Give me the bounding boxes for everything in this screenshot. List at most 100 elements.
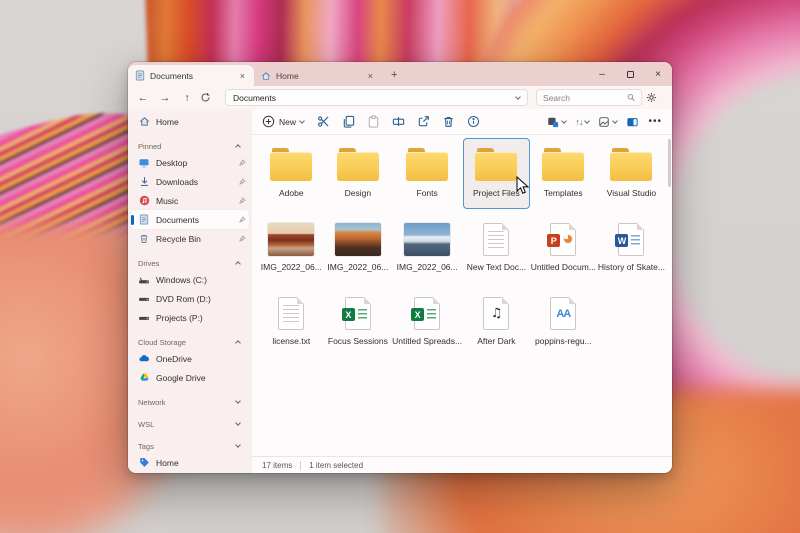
sidebar-section-cloud-storage[interactable]: Cloud Storage xyxy=(128,335,252,349)
tab-documents[interactable]: Documents × xyxy=(128,65,254,86)
rename-button[interactable] xyxy=(391,114,406,129)
sidebar-section-pinned[interactable]: Pinned xyxy=(128,139,252,153)
sidebar-item-recycle-bin[interactable]: Recycle Bin xyxy=(128,229,252,248)
drive-icon xyxy=(138,274,150,286)
sidebar-item-windows-c[interactable]: Windows (C:) xyxy=(128,270,252,289)
sidebar-section-tags[interactable]: Tags xyxy=(128,439,252,453)
sidebar-section-wsl[interactable]: WSL xyxy=(128,417,252,431)
sidebar-section-network[interactable]: Network xyxy=(128,395,252,409)
preview-pane-button[interactable] xyxy=(626,116,639,128)
sidebar-item-label: Home xyxy=(156,457,179,468)
copy-button[interactable] xyxy=(341,114,356,129)
sidebar-item-tag-home[interactable]: Home xyxy=(128,453,252,472)
mouse-cursor xyxy=(516,176,530,194)
view-options-button[interactable] xyxy=(598,116,619,128)
preview-pane-icon xyxy=(627,117,639,126)
spreadsheet-cells-glyph xyxy=(357,309,367,320)
file-tile-poppins-font[interactable]: AA poppins-regu... xyxy=(530,286,597,357)
section-label: Tags xyxy=(138,441,154,451)
file-label: Project Files xyxy=(473,188,520,198)
file-tile-new-text-doc[interactable]: New Text Doc... xyxy=(463,212,530,283)
window-body: Home Pinned Desktop Downloads Music Docu… xyxy=(128,109,672,473)
chevron-down-icon[interactable] xyxy=(515,93,521,100)
tab-close-icon[interactable]: × xyxy=(366,71,375,81)
forward-button[interactable]: → xyxy=(156,92,174,104)
pin-icon[interactable] xyxy=(238,215,246,224)
back-button[interactable]: ← xyxy=(134,92,152,104)
file-tile-img1[interactable]: IMG_2022_06... xyxy=(258,212,325,283)
text-file-icon xyxy=(483,223,510,256)
properties-button[interactable] xyxy=(466,114,481,129)
section-label: Drives xyxy=(138,258,160,268)
folder-tile-adobe[interactable]: Adobe xyxy=(258,138,325,209)
excel-file-icon: X xyxy=(411,297,441,330)
chevron-down-icon xyxy=(299,117,305,124)
sidebar-section-drives[interactable]: Drives xyxy=(128,256,252,270)
scrollbar-thumb[interactable] xyxy=(668,139,671,187)
folder-tile-design[interactable]: Design xyxy=(325,138,392,209)
file-tile-untitled-spreadsheet[interactable]: X Untitled Spreads... xyxy=(391,286,463,357)
minimize-button[interactable]: – xyxy=(588,62,616,86)
file-tile-untitled-presentation[interactable]: P Untitled Docum... xyxy=(530,212,597,283)
sidebar-item-downloads[interactable]: Downloads xyxy=(128,172,252,191)
new-tab-button[interactable]: + xyxy=(382,65,406,86)
close-button[interactable]: × xyxy=(644,62,672,86)
address-bar[interactable]: Documents xyxy=(225,89,528,106)
up-button[interactable]: ↑ xyxy=(178,92,196,104)
folder-tile-fonts[interactable]: Fonts xyxy=(391,138,463,209)
music-icon xyxy=(138,195,150,207)
sidebar-item-label: Projects (P:) xyxy=(156,312,203,323)
share-button[interactable] xyxy=(416,114,431,129)
file-tile-focus-sessions[interactable]: X Focus Sessions xyxy=(325,286,392,357)
pin-icon[interactable] xyxy=(238,234,246,243)
folder-tile-templates[interactable]: Templates xyxy=(530,138,597,209)
folder-tile-project-files[interactable]: Project Files xyxy=(463,138,530,209)
file-tile-img2[interactable]: IMG_2022_06... xyxy=(325,212,392,283)
paste-button[interactable] xyxy=(366,114,381,129)
new-button[interactable]: New xyxy=(262,115,306,128)
layout-mode-button[interactable] xyxy=(547,116,568,128)
tab-home[interactable]: Home × xyxy=(254,65,382,86)
copy-icon xyxy=(343,115,355,128)
file-tile-after-dark[interactable]: ♫ After Dark xyxy=(463,286,530,357)
delete-button[interactable] xyxy=(441,114,456,129)
pin-icon[interactable] xyxy=(238,158,246,167)
file-tile-history-of-skate[interactable]: W History of Skate... xyxy=(597,212,666,283)
settings-button[interactable] xyxy=(646,92,664,103)
sidebar-item-desktop[interactable]: Desktop xyxy=(128,153,252,172)
pin-icon[interactable] xyxy=(238,177,246,186)
file-tile-img3[interactable]: IMG_2022_06... xyxy=(391,212,463,283)
music-note-glyph: ♫ xyxy=(490,306,503,321)
refresh-button[interactable] xyxy=(200,92,218,103)
recycle-bin-icon xyxy=(138,233,150,245)
sort-button[interactable]: ↑↓ xyxy=(575,117,591,127)
status-divider xyxy=(300,460,302,470)
search-box[interactable] xyxy=(536,89,642,106)
sidebar-item-google-drive[interactable]: Google Drive xyxy=(128,368,252,387)
pin-icon[interactable] xyxy=(238,196,246,205)
folder-tile-visual-studio[interactable]: Visual Studio xyxy=(597,138,666,209)
chevron-up-icon xyxy=(235,261,241,267)
selection-indicator xyxy=(131,214,134,225)
maximize-button[interactable] xyxy=(616,62,644,86)
cut-button[interactable] xyxy=(316,114,331,129)
tab-close-icon[interactable]: × xyxy=(238,71,247,81)
sidebar-item-projects-p[interactable]: Projects (P:) xyxy=(128,308,252,327)
sidebar-item-dvd-d[interactable]: DVD Rom (D:) xyxy=(128,289,252,308)
sidebar-item-documents[interactable]: Documents xyxy=(131,210,249,229)
photo-thumbnail xyxy=(404,223,451,256)
share-icon xyxy=(418,116,429,127)
spreadsheet-cells-glyph xyxy=(427,309,437,320)
file-label: Untitled Spreads... xyxy=(392,336,463,346)
sidebar-item-onedrive[interactable]: OneDrive xyxy=(128,349,252,368)
more-options-button[interactable]: ••• xyxy=(648,116,662,127)
file-tile-license[interactable]: license.txt xyxy=(258,286,325,357)
drive-icon xyxy=(138,293,150,305)
sidebar-item-label: Google Drive xyxy=(156,372,206,383)
search-input[interactable] xyxy=(543,92,627,103)
file-explorer-window: Documents × Home × + – × ← → ↑ Documents… xyxy=(128,62,672,473)
sidebar-item-home[interactable]: Home xyxy=(128,112,252,131)
tab-label: Home xyxy=(276,70,299,81)
section-label: Network xyxy=(138,397,166,407)
sidebar-item-music[interactable]: Music xyxy=(128,191,252,210)
